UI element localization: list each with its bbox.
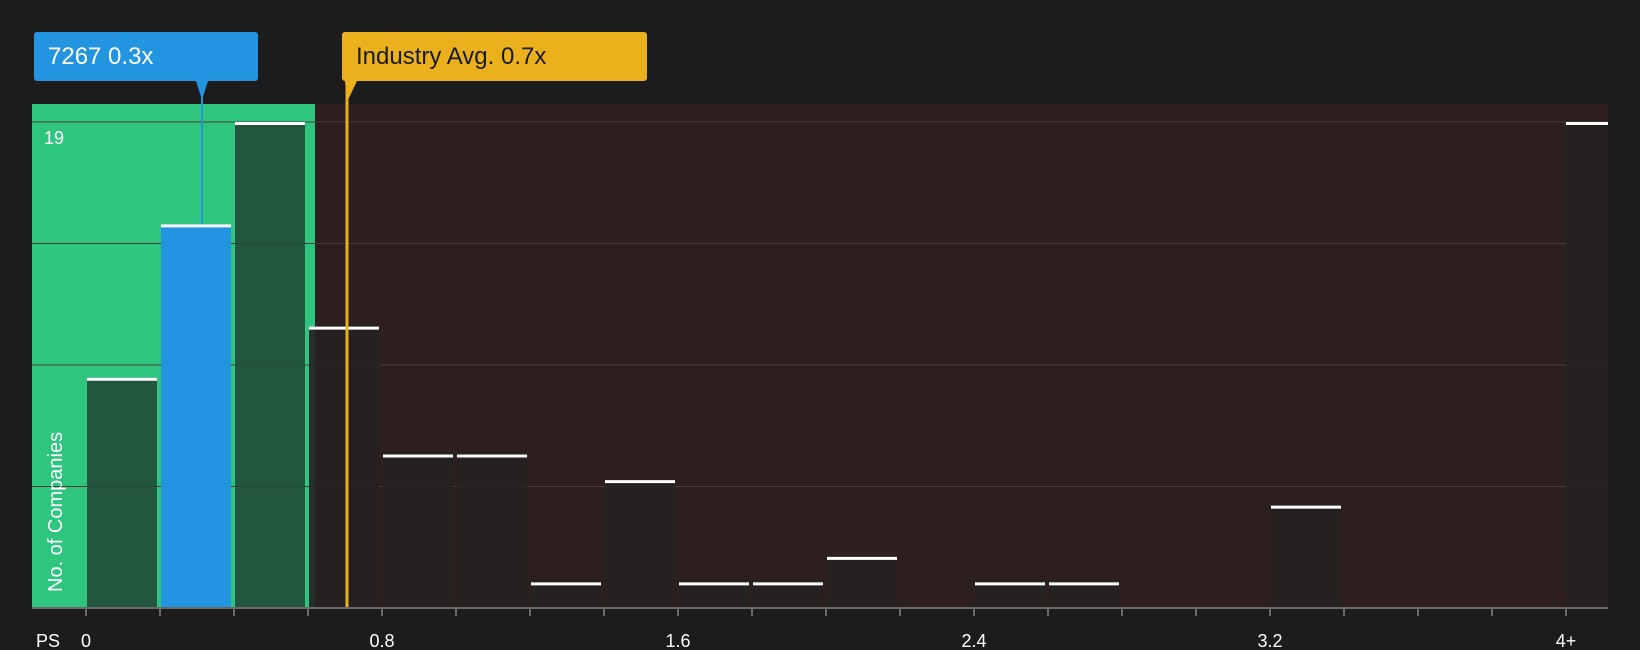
histogram-bar xyxy=(531,582,601,608)
x-tick-label: 4+ xyxy=(1556,631,1577,650)
histogram-bar xyxy=(161,224,231,608)
histogram-bar xyxy=(605,480,675,608)
company-callout-pointer xyxy=(196,81,208,100)
x-tick-label: 0.8 xyxy=(369,631,394,650)
company-value-callout: 7267 0.3x xyxy=(34,32,258,81)
histogram-bar xyxy=(235,122,305,608)
histogram-bar xyxy=(1049,582,1119,608)
histogram-bar xyxy=(1271,505,1341,608)
histogram-bar xyxy=(383,454,453,608)
x-tick-label: 0 xyxy=(81,631,91,650)
y-axis-max-label: 19 xyxy=(44,128,64,148)
histogram-bar xyxy=(1566,122,1608,608)
histogram-bar xyxy=(827,556,897,608)
industry-callout-pointer xyxy=(345,81,357,102)
x-axis-title: PS xyxy=(36,631,60,650)
chart-container: 0 0.8 1.6 2.4 3.2 4+ 19 No. of Companies PS 7… xyxy=(0,0,1640,650)
histogram-bar xyxy=(457,454,527,608)
histogram-bar xyxy=(679,582,749,608)
histogram-bar xyxy=(87,377,157,608)
y-axis-title: No. of Companies xyxy=(45,432,67,592)
x-tick-label: 1.6 xyxy=(665,631,690,650)
industry-average-callout: Industry Avg. 0.7x xyxy=(342,32,647,81)
histogram-chart: 0 0.8 1.6 2.4 3.2 4+ 19 No. of Companies PS xyxy=(32,81,1608,650)
x-tick-label: 2.4 xyxy=(961,631,986,650)
histogram-bar xyxy=(753,582,823,608)
x-tick-label: 3.2 xyxy=(1257,631,1282,650)
histogram-bar xyxy=(309,326,379,608)
histogram-bar xyxy=(975,582,1045,608)
